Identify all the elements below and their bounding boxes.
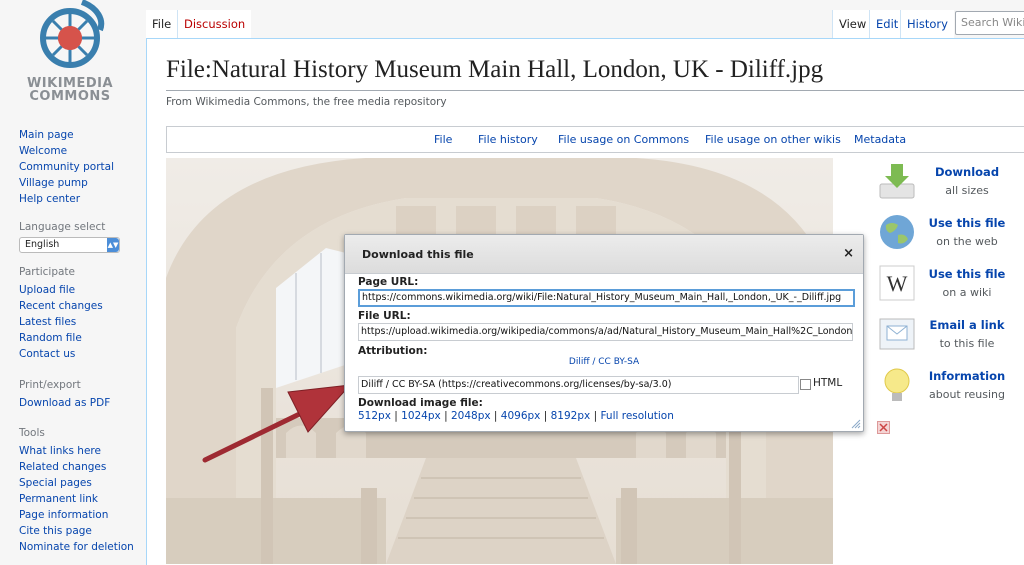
- nav-recent-changes[interactable]: Recent changes: [19, 298, 139, 314]
- lightbulb-icon: [884, 368, 910, 401]
- title-divider: [166, 90, 1024, 91]
- download-image-label: Download image file:: [358, 397, 483, 409]
- file-nav-history[interactable]: File history: [478, 127, 538, 152]
- navigation-portal: Main page Welcome Community portal Villa…: [19, 127, 139, 207]
- attribution-field[interactable]: Diliff / CC BY-SA (https://creativecommo…: [358, 376, 799, 394]
- globe-icon: [880, 215, 914, 249]
- size-full-resolution[interactable]: Full resolution: [600, 410, 673, 422]
- print-portal: Print/export Download as PDF: [19, 379, 139, 411]
- nav-related-changes[interactable]: Related changes: [19, 459, 139, 475]
- nav-upload-file[interactable]: Upload file: [19, 282, 139, 298]
- size-4096[interactable]: 4096px: [501, 410, 541, 422]
- print-heading: Print/export: [19, 379, 81, 391]
- attribution-label: Attribution:: [358, 345, 428, 357]
- file-nav-file[interactable]: File: [434, 127, 452, 152]
- dialog-title: Download this file: [362, 248, 474, 261]
- page-url-label: Page URL:: [358, 276, 419, 288]
- download-icon: [879, 164, 915, 199]
- file-nav-usage-other[interactable]: File usage on other wikis: [705, 127, 841, 152]
- tools-heading: Tools: [19, 427, 45, 439]
- tab-history[interactable]: History: [900, 10, 954, 38]
- nav-special-pages[interactable]: Special pages: [19, 475, 139, 491]
- logo-line-2: COMMONS: [29, 89, 111, 104]
- side-action-use-wiki-label[interactable]: Use this file: [922, 267, 1012, 281]
- svg-text:W: W: [887, 271, 908, 296]
- size-2048[interactable]: 2048px: [451, 410, 491, 422]
- tab-discussion[interactable]: Discussion: [177, 10, 252, 38]
- language-select[interactable]: English ▲▼: [19, 237, 120, 253]
- download-dialog: Download this file × Page URL: https://c…: [344, 234, 864, 432]
- size-1024[interactable]: 1024px: [401, 410, 441, 422]
- attribution-link[interactable]: Diliff / CC BY-SA: [345, 357, 863, 367]
- wikipedia-icon: W: [879, 265, 915, 301]
- size-8192[interactable]: 8192px: [551, 410, 591, 422]
- side-action-email-sub: to this file: [939, 337, 995, 350]
- nav-nominate-deletion[interactable]: Nominate for deletion: [19, 539, 139, 555]
- file-url-label: File URL:: [358, 310, 411, 322]
- nav-community-portal[interactable]: Community portal: [19, 159, 139, 175]
- participate-heading: Participate: [19, 266, 76, 278]
- email-icon: [879, 318, 915, 350]
- side-action-information-sub: about reusing: [929, 388, 1005, 401]
- side-action-information-label[interactable]: Information: [922, 369, 1012, 383]
- dialog-header: Download this file ×: [345, 235, 863, 274]
- nav-help-center[interactable]: Help center: [19, 191, 139, 207]
- logo-wordmark: WIKIMEDIA COMMONS: [22, 77, 118, 103]
- side-action-use-wiki-sub: on a wiki: [942, 286, 992, 299]
- nav-contact-us[interactable]: Contact us: [19, 346, 139, 362]
- close-icon[interactable]: ×: [843, 246, 854, 261]
- side-action-download-label[interactable]: Download: [922, 165, 1012, 179]
- nav-main-page[interactable]: Main page: [19, 127, 139, 143]
- file-section-nav: File File history File usage on Commons …: [166, 126, 1024, 153]
- language-selected-value: English: [25, 239, 60, 250]
- nav-welcome[interactable]: Welcome: [19, 143, 139, 159]
- side-action-use-web-label[interactable]: Use this file: [922, 216, 1012, 230]
- file-url-field[interactable]: https://upload.wikimedia.org/wikipedia/c…: [358, 323, 853, 341]
- nav-page-information[interactable]: Page information: [19, 507, 139, 523]
- html-checkbox-label: HTML: [813, 377, 843, 389]
- html-checkbox[interactable]: [800, 379, 811, 390]
- tab-view[interactable]: View: [832, 10, 873, 38]
- side-action-email-label[interactable]: Email a link: [922, 318, 1012, 332]
- side-action-download-sub: all sizes: [945, 184, 989, 197]
- nav-latest-files[interactable]: Latest files: [19, 314, 139, 330]
- page-title: File:Natural History Museum Main Hall, L…: [166, 56, 824, 83]
- nav-permanent-link[interactable]: Permanent link: [19, 491, 139, 507]
- search-input[interactable]: Search Wikimedia Commons: [955, 11, 1024, 35]
- tab-edit[interactable]: Edit: [869, 10, 905, 38]
- file-nav-metadata[interactable]: Metadata: [854, 127, 906, 152]
- file-nav-usage-commons[interactable]: File usage on Commons: [558, 127, 689, 152]
- participate-portal: Participate Upload file Recent changes L…: [19, 266, 139, 362]
- tab-file[interactable]: File: [146, 10, 178, 38]
- nav-download-pdf[interactable]: Download as PDF: [19, 395, 139, 411]
- download-sizes: 512px | 1024px | 2048px | 4096px | 8192p…: [358, 410, 674, 422]
- size-512[interactable]: 512px: [358, 410, 391, 422]
- sidebar: WIKIMEDIA COMMONS Main page Welcome Comm…: [0, 0, 146, 564]
- select-arrows-icon: ▲▼: [107, 238, 119, 252]
- site-tagline: From Wikimedia Commons, the free media r…: [166, 96, 447, 108]
- nav-random-file[interactable]: Random file: [19, 330, 139, 346]
- side-action-use-web-sub: on the web: [936, 235, 998, 248]
- language-portal: Language select English ▲▼: [19, 221, 139, 253]
- nav-what-links-here[interactable]: What links here: [19, 443, 139, 459]
- broken-image-icon: [877, 421, 890, 434]
- tools-portal: Tools What links here Related changes Sp…: [19, 427, 139, 555]
- nav-cite-this-page[interactable]: Cite this page: [19, 523, 139, 539]
- resize-grip-icon[interactable]: [851, 419, 861, 429]
- nav-village-pump[interactable]: Village pump: [19, 175, 139, 191]
- page-url-field[interactable]: https://commons.wikimedia.org/wiki/File:…: [358, 289, 855, 307]
- language-heading: Language select: [19, 221, 106, 233]
